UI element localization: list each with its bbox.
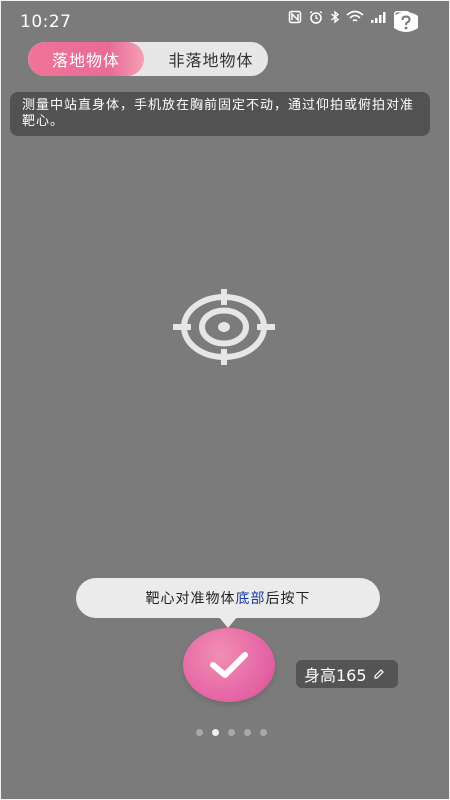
confirm-button[interactable] [183,628,275,702]
crosshair-target-icon [172,288,276,366]
bubble-tail [218,616,238,628]
tab-grounded-object[interactable]: 落地物体 [28,42,144,76]
pencil-icon [373,665,385,684]
help-icon [392,12,420,40]
help-button[interactable] [392,10,420,36]
bubble-prefix: 靶心对准物体 [145,591,236,607]
status-time: 10:27 [20,12,72,32]
instruction-tip: 测量中站直身体，手机放在胸前固定不动，通过仰拍或俯拍对准靶心。 [10,92,430,136]
page-dot[interactable] [260,729,267,736]
bubble-suffix: 后按下 [265,591,311,607]
mode-switch: 落地物体 非落地物体 [28,42,268,76]
status-bar: 10:27 [0,0,450,40]
page-dot[interactable] [244,729,251,736]
page-dot-active[interactable] [212,729,219,736]
page-dot[interactable] [228,729,235,736]
page-dot[interactable] [196,729,203,736]
wifi-icon [346,10,364,24]
instruction-bubble: 靶心对准物体 底部 后按下 [76,578,380,618]
nfc-icon [288,10,302,24]
bubble-highlight: 底部 [235,591,266,607]
height-label: 身高165 [304,666,367,685]
alarm-icon [308,10,324,24]
signal-icon [370,10,388,24]
bluetooth-icon [330,10,340,24]
height-chip[interactable]: 身高165 [296,660,398,688]
page-indicator [196,729,267,736]
tab-non-grounded-object[interactable]: 非落地物体 [154,42,268,76]
